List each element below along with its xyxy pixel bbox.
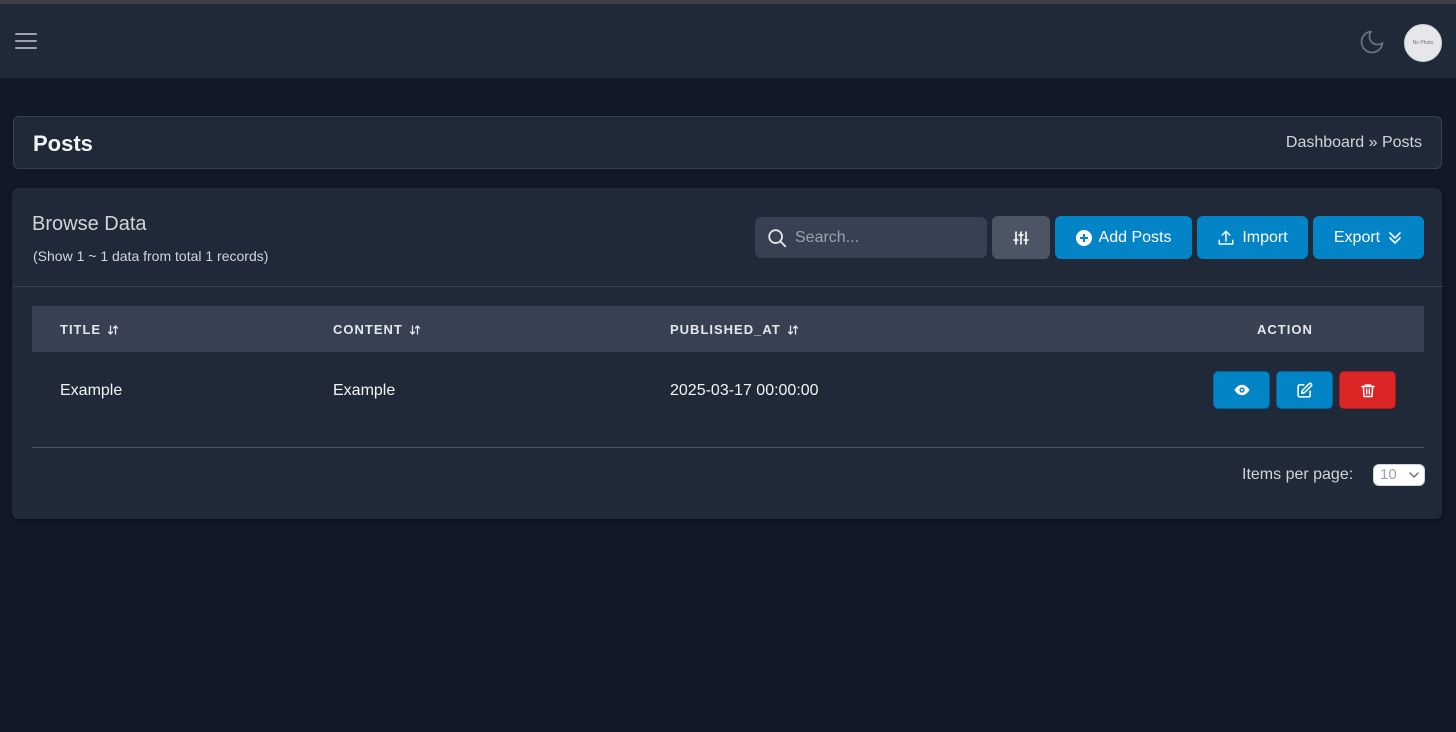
records-summary: (Show 1 ~ 1 data from total 1 records): [33, 248, 269, 264]
filter-button[interactable]: [992, 216, 1050, 259]
search-box: [755, 217, 987, 258]
column-header-published-at[interactable]: PUBLISHED_AT: [670, 322, 799, 337]
chevron-double-down-icon: [1389, 231, 1401, 244]
export-button[interactable]: Export: [1313, 216, 1424, 259]
sort-icon: [409, 324, 420, 335]
sort-icon: [107, 324, 119, 335]
add-posts-label: Add Posts: [1098, 228, 1172, 246]
sort-icon: [787, 324, 798, 335]
chevron-down-icon: [1409, 472, 1419, 478]
search-icon: [768, 229, 787, 248]
column-header-label: TITLE: [60, 322, 102, 337]
sliders-icon: [1013, 230, 1029, 245]
column-header-action: ACTION: [1257, 322, 1313, 337]
column-header-label: PUBLISHED_AT: [670, 322, 781, 337]
eye-icon: [1234, 384, 1249, 396]
hamburger-icon[interactable]: [15, 31, 39, 51]
cell-title: Example: [60, 382, 123, 399]
edit-button[interactable]: [1276, 371, 1333, 409]
search-input[interactable]: [795, 217, 981, 258]
plus-circle-icon: [1075, 229, 1092, 246]
trash-icon: [1360, 383, 1375, 397]
breadcrumb-current: Posts: [1381, 134, 1422, 151]
browse-data-card: Browse Data (Show 1 ~ 1 data from total …: [12, 188, 1443, 519]
avatar-text: No Photo: [1412, 40, 1434, 46]
column-header-label: CONTENT: [333, 322, 403, 337]
export-label: Export: [1333, 228, 1381, 246]
cell-content: Example: [333, 382, 396, 399]
import-label: Import: [1242, 228, 1288, 246]
breadcrumb-dashboard-link[interactable]: Dashboard: [1286, 134, 1364, 151]
column-header-label: ACTION: [1257, 322, 1313, 337]
delete-button[interactable]: [1339, 371, 1396, 409]
browse-title: Browse Data: [32, 213, 147, 235]
top-navbar: No Photo: [0, 4, 1456, 79]
import-button[interactable]: Import: [1197, 216, 1308, 259]
avatar[interactable]: No Photo: [1404, 24, 1442, 62]
page-header: Posts Dashboard » Posts: [13, 116, 1442, 169]
table-row: Example Example 2025-03-17 00:00:00: [32, 352, 1424, 448]
add-posts-button[interactable]: Add Posts: [1055, 216, 1192, 259]
card-divider: [13, 286, 1443, 287]
column-header-content[interactable]: CONTENT: [333, 322, 421, 337]
items-per-page-select[interactable]: 10: [1373, 464, 1425, 486]
page-title: Posts: [33, 131, 93, 156]
breadcrumb: Dashboard » Posts: [1286, 134, 1422, 152]
view-button[interactable]: [1213, 371, 1270, 409]
breadcrumb-separator: »: [1368, 134, 1378, 151]
column-header-title[interactable]: TITLE: [60, 322, 119, 337]
cell-published-at: 2025-03-17 00:00:00: [670, 382, 819, 399]
moon-icon[interactable]: [1358, 28, 1386, 56]
items-per-page-label: Items per page:: [1242, 466, 1354, 483]
items-per-page-value: 10: [1380, 466, 1397, 483]
edit-icon: [1297, 382, 1313, 398]
upload-icon: [1218, 230, 1234, 245]
table-header: TITLE CONTENT PUBLISHED_AT ACTION: [32, 306, 1424, 352]
